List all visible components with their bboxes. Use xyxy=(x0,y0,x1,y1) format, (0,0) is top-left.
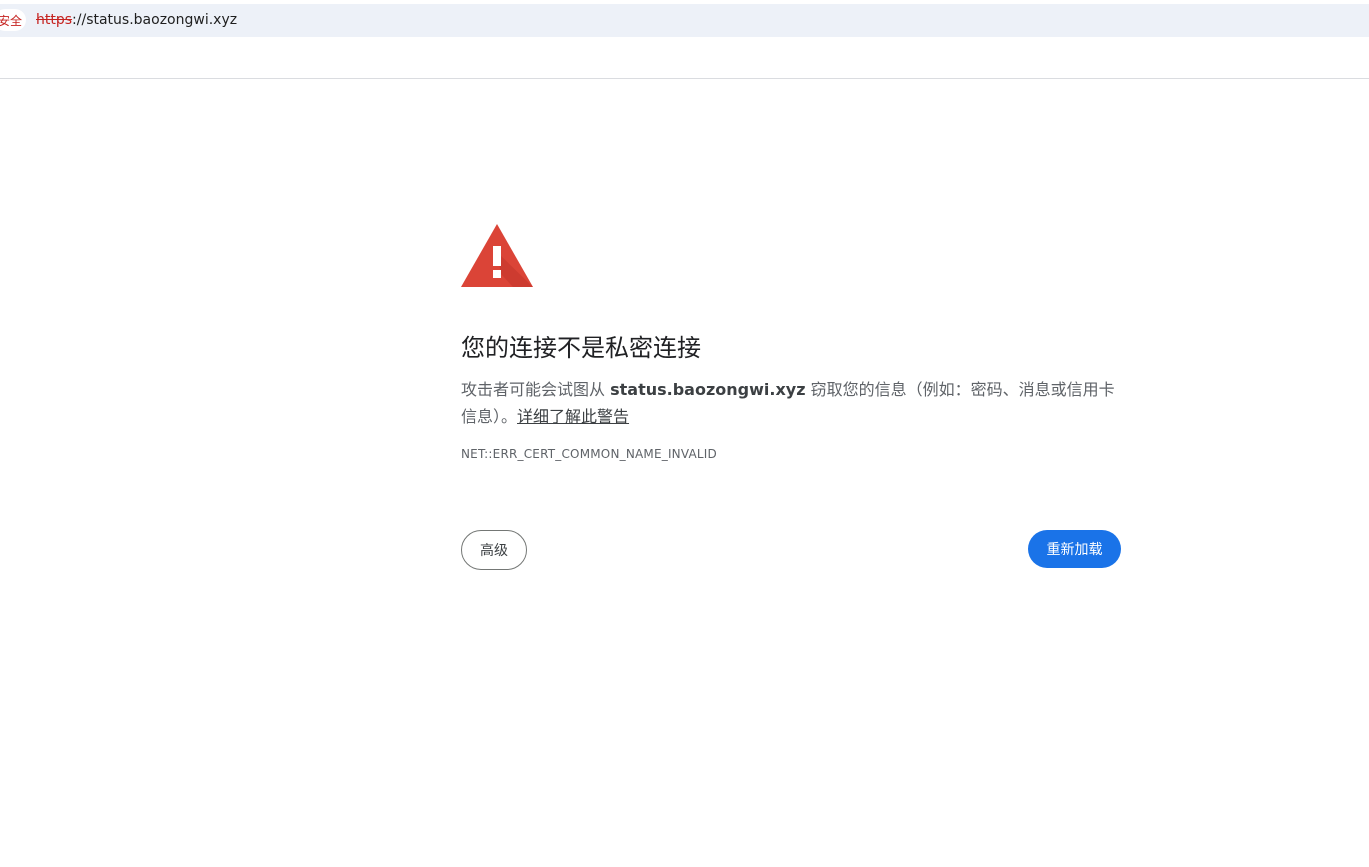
toolbar-divider xyxy=(0,78,1369,79)
page-title: 您的连接不是私密连接 xyxy=(461,334,701,362)
browser-toolbar: 安全 https://status.baozongwi.xyz xyxy=(0,0,1369,38)
reload-button[interactable]: 重新加载 xyxy=(1028,530,1121,568)
url-scheme: https xyxy=(36,12,73,28)
security-label: 安全 xyxy=(0,13,22,28)
description-prefix: 攻击者可能会试图从 xyxy=(461,380,611,399)
learn-more-link[interactable]: 详细了解此警告 xyxy=(517,407,629,426)
description-host: status.baozongwi.xyz xyxy=(610,380,806,399)
description: 攻击者可能会试图从 status.baozongwi.xyz 窃取您的信息（例如… xyxy=(461,376,1121,430)
url-text[interactable]: https://status.baozongwi.xyz xyxy=(36,12,237,28)
advanced-button[interactable]: 高级 xyxy=(461,530,527,570)
not-secure-chip[interactable]: 安全 xyxy=(0,9,26,31)
interstitial-content: 您的连接不是私密连接 攻击者可能会试图从 status.baozongwi.xy… xyxy=(461,224,1121,570)
url-host: ://status.baozongwi.xyz xyxy=(72,12,238,28)
warning-triangle-icon xyxy=(461,224,533,287)
address-bar[interactable]: 安全 https://status.baozongwi.xyz xyxy=(0,4,1369,37)
error-code: NET::ERR_CERT_COMMON_NAME_INVALID xyxy=(461,447,717,461)
